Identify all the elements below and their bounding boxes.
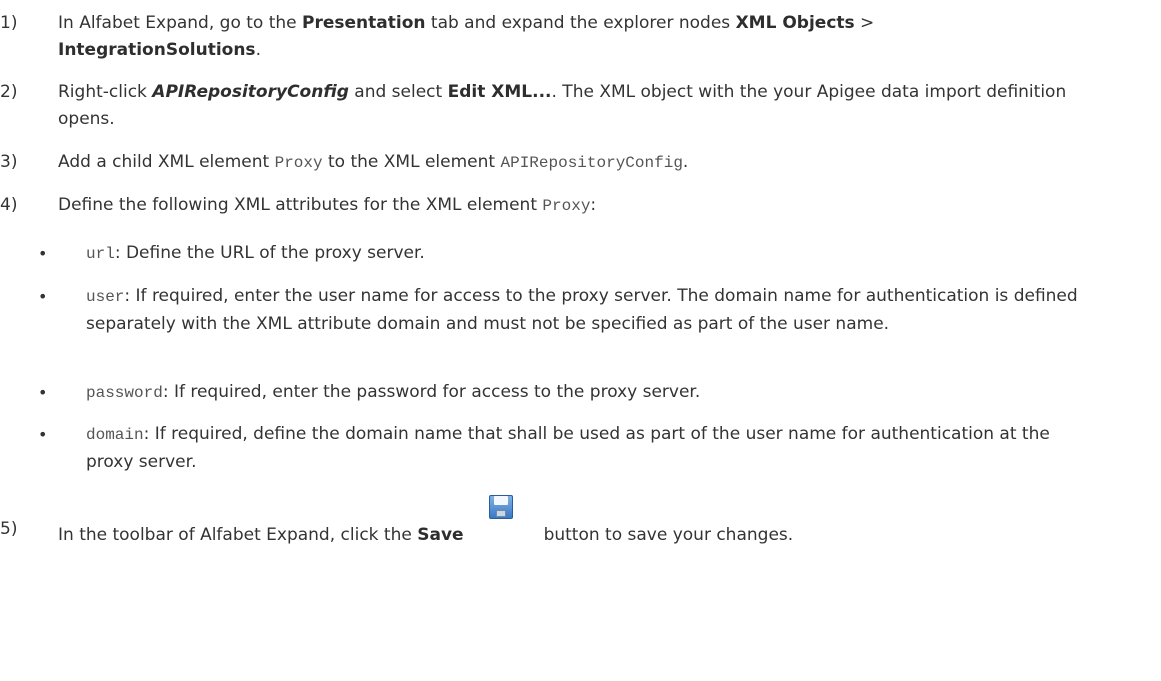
menu-command: Edit XML... bbox=[447, 82, 552, 102]
attribute-code: password bbox=[86, 384, 163, 402]
step-text: In the toolbar of Alfabet Expand, click … bbox=[58, 495, 1150, 549]
save-icon bbox=[486, 492, 516, 522]
toolbar-button-name: Save bbox=[417, 525, 464, 545]
bullet-dot: • bbox=[38, 287, 48, 306]
explorer-node: IntegrationSolutions bbox=[58, 40, 256, 60]
tab-name: Presentation bbox=[302, 13, 426, 33]
attribute-text: user: If required, enter the user name f… bbox=[86, 286, 1078, 334]
bullet-dot: • bbox=[38, 244, 48, 263]
step-text: In Alfabet Expand, go to the Presentatio… bbox=[58, 13, 875, 60]
attribute-text: domain: If required, define the domain n… bbox=[86, 424, 1050, 472]
step-number: 1) bbox=[0, 13, 18, 33]
xml-element-code: Proxy bbox=[542, 197, 591, 215]
attribute-code: url bbox=[86, 245, 115, 263]
xml-element-code: APIRepositoryConfig bbox=[500, 154, 683, 172]
step-number: 4) bbox=[0, 195, 18, 215]
bullet-dot: • bbox=[38, 425, 48, 444]
step-number: 3) bbox=[0, 152, 18, 172]
step-number: 2) bbox=[0, 82, 18, 102]
attribute-code: user bbox=[86, 288, 125, 306]
explorer-node: XML Objects bbox=[735, 13, 855, 33]
step-text: Define the following XML attributes for … bbox=[58, 195, 597, 215]
step-number: 5) bbox=[0, 519, 18, 539]
xml-element-code: Proxy bbox=[274, 154, 323, 172]
xml-object-name: APIRepositoryConfig bbox=[152, 82, 349, 102]
bullet-dot: • bbox=[38, 383, 48, 402]
step-text: Right-click APIRepositoryConfig and sele… bbox=[58, 82, 1067, 129]
attribute-text: url: Define the URL of the proxy server. bbox=[86, 243, 425, 263]
step-text: Add a child XML element Proxy to the XML… bbox=[58, 152, 689, 172]
attribute-code: domain bbox=[86, 426, 144, 444]
attribute-text: password: If required, enter the passwor… bbox=[86, 382, 701, 402]
